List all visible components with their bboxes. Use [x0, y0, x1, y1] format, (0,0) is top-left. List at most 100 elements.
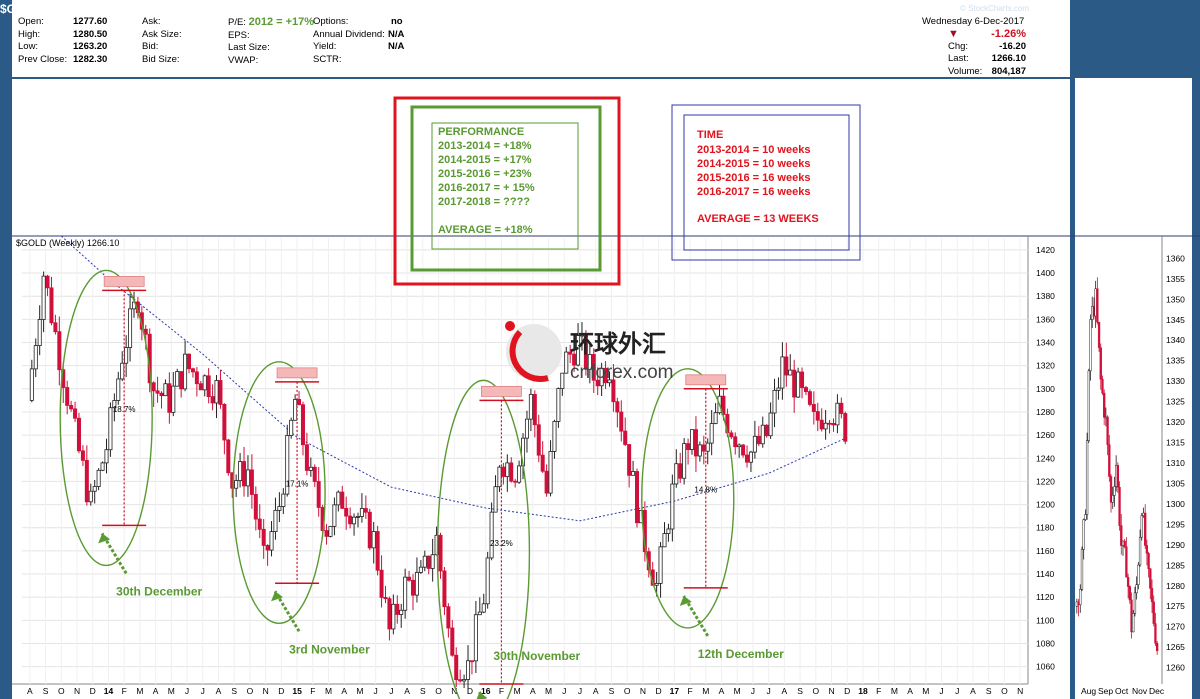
x-tick-label: 17	[670, 686, 680, 696]
side-x-ticks: Aug Sep Oct Nov Dec	[1081, 686, 1165, 696]
y-tick-label: 1360	[1036, 314, 1055, 324]
candle-body	[29, 368, 34, 401]
side-candle-body	[1135, 584, 1138, 594]
candle-body	[776, 387, 781, 391]
x-tick-label: A	[530, 686, 536, 696]
candle-body	[100, 462, 105, 471]
candle-body	[745, 454, 750, 463]
candle-body	[379, 569, 384, 598]
side-candle-body	[1099, 347, 1102, 380]
y-tick-label: 1060	[1036, 662, 1055, 672]
side-y-tick-label: 1300	[1166, 499, 1185, 509]
candle-body	[411, 579, 416, 596]
x-tick-label: D	[844, 686, 850, 696]
candle-body	[108, 407, 113, 451]
candle-body	[540, 454, 545, 472]
candle-body	[426, 555, 431, 569]
side-x-tick-label: Aug	[1081, 686, 1096, 696]
x-tick-label: A	[907, 686, 913, 696]
x-tick-label: J	[751, 686, 755, 696]
y-tick-label: 1380	[1036, 291, 1055, 301]
candle-body	[532, 394, 537, 426]
candle-body	[344, 507, 349, 517]
candle-body	[552, 421, 557, 452]
candle-body	[741, 444, 746, 456]
candle-body	[281, 493, 286, 507]
candle-body	[242, 461, 247, 487]
side-y-tick-label: 1335	[1166, 356, 1185, 366]
candle-body	[120, 362, 125, 380]
side-y-tick-label: 1290	[1166, 540, 1185, 550]
side-y-ticks: 1260 1265 1270 1275 1280 1285 1290 1295 1300 1305…	[1166, 253, 1185, 672]
x-tick-label: O	[624, 686, 631, 696]
y-tick-label: 1260	[1036, 430, 1055, 440]
logo-text-cn: 环球外汇	[570, 330, 666, 358]
side-x-tick-label: Oct	[1115, 686, 1129, 696]
candle-body	[493, 486, 498, 513]
side-candle-body	[1126, 576, 1130, 587]
side-y-tick-label: 1305	[1166, 478, 1185, 488]
x-tick-label: A	[216, 686, 222, 696]
cycle-date-label: 30th December	[116, 584, 202, 598]
x-tick-label: N	[263, 686, 269, 696]
candle-body	[450, 627, 455, 656]
candle-body	[843, 413, 848, 442]
side-y-tick-label: 1315	[1166, 438, 1185, 448]
side-candle-body	[1118, 487, 1121, 526]
candle-body	[709, 423, 714, 444]
candle-body	[505, 462, 510, 477]
time-average: AVERAGE = 13 WEEKS	[697, 213, 819, 225]
x-tick-label: 15	[292, 686, 302, 696]
candle-body	[729, 432, 734, 438]
candle-body	[414, 572, 419, 596]
performance-line-4: 2016-2017 = + 15%	[438, 182, 535, 194]
side-y-tick-label: 1320	[1166, 417, 1185, 427]
x-tick-label: D	[278, 686, 284, 696]
side-y-tick-label: 1350	[1166, 294, 1185, 304]
x-tick-label: J	[562, 686, 566, 696]
candle-body	[179, 371, 184, 390]
candle-body	[289, 419, 294, 436]
x-tick-label: M	[702, 686, 709, 696]
candle-body	[811, 404, 816, 412]
x-tick-label: M	[168, 686, 175, 696]
candle-body	[615, 401, 620, 413]
candle-body	[682, 443, 687, 479]
candle-body	[690, 429, 695, 450]
candle-body	[57, 331, 62, 371]
side-candle-body	[1147, 553, 1150, 569]
candle-body	[190, 368, 195, 373]
candle-body	[674, 463, 679, 485]
candle-body	[772, 389, 777, 414]
side-y-tick-label: 1280	[1166, 581, 1185, 591]
candle-body	[481, 603, 486, 613]
time-line-3: 2015-2016 = 16 weeks	[697, 172, 810, 184]
candle-body	[477, 611, 482, 616]
candle-body	[697, 444, 702, 457]
x-tick-label: N	[828, 686, 834, 696]
x-tick-label: J	[201, 686, 205, 696]
y-tick-label: 1100	[1036, 615, 1055, 625]
candle-body	[819, 419, 824, 430]
candle-body	[304, 444, 309, 471]
candle-body	[544, 470, 549, 494]
x-tick-label: D	[656, 686, 662, 696]
candle-body	[218, 380, 223, 405]
y-tick-label: 1280	[1036, 407, 1055, 417]
candle-body	[666, 528, 671, 534]
candle-body	[835, 402, 840, 426]
resistance-marker	[481, 385, 522, 397]
candle-body	[678, 463, 683, 479]
side-candle-body	[1113, 486, 1116, 496]
candle-body	[619, 411, 624, 432]
x-tick-label: A	[404, 686, 410, 696]
candle-body	[96, 469, 101, 487]
x-tick-label: M	[891, 686, 898, 696]
cycle-date-label: 3rd November	[289, 642, 370, 656]
candle-body	[564, 351, 569, 374]
x-tick-label: A	[593, 686, 599, 696]
candle-body	[116, 378, 121, 401]
candle-body	[312, 466, 317, 482]
candle-body	[748, 451, 753, 463]
x-tick-label: O	[1001, 686, 1008, 696]
